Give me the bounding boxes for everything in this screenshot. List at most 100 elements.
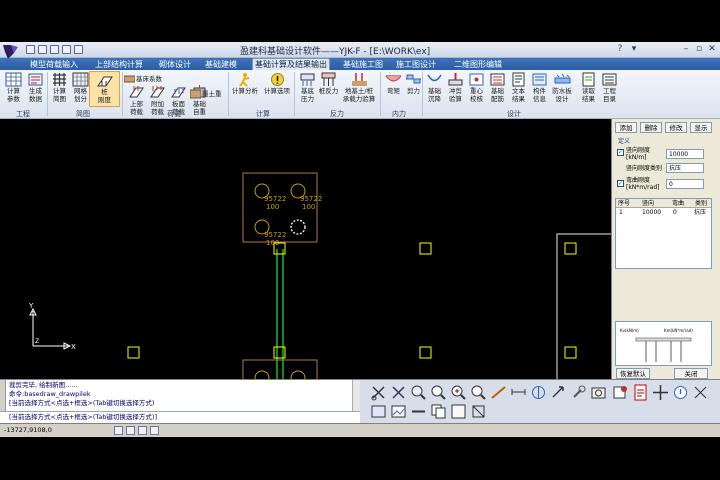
vertical-stiffness-type-select[interactable]: 抗压 xyxy=(666,163,704,173)
tab-drawing-design[interactable]: 施工图设计 xyxy=(394,59,438,70)
pdf-export-icon[interactable] xyxy=(632,384,649,401)
diagram-grid-icon xyxy=(53,73,66,86)
tab-foundation-modeling[interactable]: 基础建模 xyxy=(203,59,239,70)
trim-icon[interactable] xyxy=(370,384,387,401)
tab-2d-graphics-edit[interactable]: 二维图形编辑 xyxy=(452,59,504,70)
pile-reaction-icon xyxy=(321,72,336,86)
table-header-row: 序号 竖向 弯曲 类别 xyxy=(616,199,711,208)
pile-circle[interactable] xyxy=(290,370,306,386)
soil-cover-icon xyxy=(190,89,201,99)
grid-toggle-icon[interactable] xyxy=(126,426,135,435)
command-input-row[interactable]: [当前选择方式<点选+框选>(Tab键切换选择方式)] xyxy=(0,411,360,421)
zoom-in-icon[interactable] xyxy=(470,384,487,401)
help-icon[interactable]: ? xyxy=(614,44,626,55)
pile-diagram-graphic: Kv(kN/m) Km(kN*m/rad) xyxy=(620,328,693,362)
tab-superstructure-calc[interactable]: 上部结构计算 xyxy=(93,59,145,70)
more-tools-icon[interactable] xyxy=(692,384,709,401)
save-icon[interactable] xyxy=(26,45,35,54)
tab-foundation-calc-results[interactable]: 基础计算及结果输出 xyxy=(252,58,330,70)
export-image-icon[interactable] xyxy=(612,384,629,401)
ribbon-minimize-icon[interactable]: ▾ xyxy=(628,44,640,55)
additional-load-icon xyxy=(150,86,165,98)
drawing-canvas[interactable]: 95722 100 95722 100 95722 100 95722 100 xyxy=(0,119,611,391)
move-icon[interactable] xyxy=(652,384,669,401)
delete-button[interactable]: 删除 xyxy=(640,122,662,133)
bearing-capacity-check-button[interactable]: 地基土/桩 承载力验算 xyxy=(339,71,379,107)
open-icon[interactable] xyxy=(38,45,47,54)
pile-reaction-button[interactable]: 桩反力 xyxy=(316,71,341,107)
table-cell: 0 xyxy=(673,209,677,216)
canvas-drawing: 95722 100 95722 100 95722 100 95722 100 xyxy=(28,172,611,391)
ribbon: 计算 参数 生成 数据 计算 简图 网格 划分 桩 刚度 基床系数 上部 荷载 xyxy=(0,70,720,119)
maximize-icon[interactable]: ▫ xyxy=(693,44,705,55)
node-marker[interactable] xyxy=(419,346,432,359)
rotate-view-icon[interactable] xyxy=(550,384,567,401)
add-button[interactable]: 添加 xyxy=(615,122,637,133)
table-row[interactable]: 1 10000 0 抗压 xyxy=(616,209,711,217)
snap-toggle-icon[interactable] xyxy=(114,426,123,435)
osnap-toggle-icon[interactable] xyxy=(150,426,159,435)
group-label-diagram: 简图 xyxy=(76,110,90,118)
display-button[interactable]: 显示 xyxy=(690,122,712,133)
pile-stiffness-panel: 添加 删除 修改 显示 定义 ✓ 竖向刚度 [kN/m] 10000 竖向刚度类… xyxy=(611,119,720,379)
image-icon[interactable] xyxy=(390,403,407,420)
pile-stiffness-text: 95722 xyxy=(300,195,322,203)
calc-options-button[interactable]: 计算选项 xyxy=(262,71,292,107)
axis-y-label: Y xyxy=(28,302,34,310)
print-icon[interactable] xyxy=(50,45,59,54)
ortho-toggle-icon[interactable] xyxy=(138,426,147,435)
help-topics-icon[interactable] xyxy=(672,384,689,401)
table-cell: 10000 xyxy=(642,209,662,216)
node-marker[interactable] xyxy=(419,242,432,255)
orbit-icon[interactable] xyxy=(530,384,547,401)
vertical-stiffness-checkbox[interactable]: ✓ xyxy=(617,149,624,156)
waterproof-slab-button[interactable]: 防水板 设计 xyxy=(548,71,576,107)
measure-icon[interactable] xyxy=(510,384,527,401)
selected-pile-circle[interactable] xyxy=(290,219,306,235)
pile-circle[interactable] xyxy=(254,370,270,386)
group-icon[interactable] xyxy=(470,403,487,420)
generate-data-button[interactable]: 生成 数据 xyxy=(23,71,48,107)
table-header: 竖向 xyxy=(642,200,655,207)
bending-stiffness-checkbox[interactable]: ✓ xyxy=(617,180,624,187)
close-panel-button[interactable]: 关闭 xyxy=(674,368,708,379)
minimize-icon[interactable]: – xyxy=(680,44,692,55)
punching-icon xyxy=(448,73,463,86)
soil-cover-weight-button[interactable]: 覆土重 xyxy=(190,88,222,100)
centroid-icon xyxy=(469,73,484,86)
redo-icon[interactable] xyxy=(74,45,83,54)
pan-icon[interactable] xyxy=(490,384,507,401)
node-marker[interactable] xyxy=(127,346,140,359)
node-marker[interactable] xyxy=(564,242,577,255)
undo-icon[interactable] xyxy=(62,45,71,54)
zoom-all-icon[interactable] xyxy=(430,384,447,401)
hide-icon[interactable] xyxy=(410,403,427,420)
vertical-stiffness-input[interactable]: 10000 xyxy=(666,149,704,159)
pile-cap-outline[interactable] xyxy=(242,359,318,391)
select-icon[interactable] xyxy=(450,403,467,420)
restore-default-button[interactable]: 恢复默认 xyxy=(616,368,650,379)
node-marker[interactable] xyxy=(564,346,577,359)
text-results-icon xyxy=(512,72,525,87)
pile-stiffness-button[interactable]: 桩 刚度 xyxy=(89,71,120,107)
bearing-capacity-icon xyxy=(351,73,367,86)
project-directory-button[interactable]: 工程 目录 xyxy=(597,71,622,107)
title-bar: 盈建科基础设计软件——YJK-F - [E:\WORK\ex] – ▫ ✕ ? … xyxy=(0,42,720,59)
settings-wrench-icon[interactable] xyxy=(570,384,587,401)
calc-analysis-button[interactable]: 计算分析 xyxy=(230,71,260,107)
screenshot-icon[interactable] xyxy=(590,384,607,401)
close-icon[interactable]: ✕ xyxy=(706,44,718,55)
group-label-project: 工程 xyxy=(16,110,30,118)
slab-load-icon xyxy=(171,87,186,98)
group-label-calc: 计算 xyxy=(256,110,270,118)
modify-button[interactable]: 修改 xyxy=(665,122,687,133)
copy-icon[interactable] xyxy=(430,403,447,420)
tab-foundation-drawings[interactable]: 基础施工图 xyxy=(341,59,385,70)
zoom-window-icon[interactable] xyxy=(410,384,427,401)
zoom-extents-icon[interactable] xyxy=(450,384,467,401)
tab-model-load-input[interactable]: 模型荷载输入 xyxy=(28,59,80,70)
layer-icon[interactable] xyxy=(370,403,387,420)
cut-icon[interactable] xyxy=(390,384,407,401)
tab-masonry-design[interactable]: 砌体设计 xyxy=(157,59,193,70)
bending-stiffness-input[interactable]: 0 xyxy=(666,179,704,189)
